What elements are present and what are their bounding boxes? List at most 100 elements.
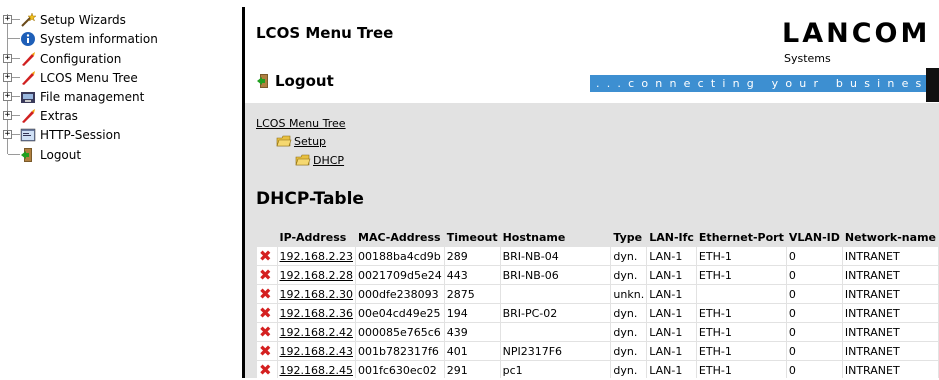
delete-entry-button[interactable]: ✖	[257, 361, 277, 379]
delete-entry-button[interactable]: ✖	[257, 323, 277, 341]
cell-ip-address: 192.168.2.30	[277, 285, 355, 303]
table-row: ✖ 192.168.2.42 000085e765c6 439 dyn. LAN…	[257, 323, 938, 341]
logout-link[interactable]: Logout	[256, 72, 334, 90]
cell-ethernet-port: ETH-1	[696, 342, 786, 360]
cell-network-name: INTRANET	[842, 342, 938, 360]
tree-item-label: Configuration	[40, 51, 122, 66]
delete-icon: ✖	[259, 341, 272, 360]
tree-item-setup-wizards[interactable]: Setup Wizards	[20, 10, 126, 29]
cell-lan-ifc: LAN-1	[647, 266, 696, 284]
cell-ip-address: 192.168.2.43	[277, 342, 355, 360]
column-header-ethernet-port: Ethernet-Port	[696, 228, 786, 246]
delete-entry-button[interactable]: ✖	[257, 342, 277, 360]
tree-item-label: File management	[40, 89, 145, 104]
ip-address-link[interactable]: 192.168.2.42	[280, 326, 353, 339]
tree-item-lcos-menu-tree[interactable]: LCOS Menu Tree	[20, 68, 138, 87]
cell-timeout: 443	[444, 266, 500, 284]
cell-type: dyn.	[611, 361, 647, 379]
cell-vlan-id: 0	[786, 323, 842, 341]
column-header-delete	[257, 228, 277, 246]
cell-lan-ifc: LAN-1	[647, 247, 696, 265]
breadcrumb-setup[interactable]: Setup	[294, 135, 326, 148]
cell-timeout: 289	[444, 247, 500, 265]
table-header-row: IP-Address MAC-Address Timeout Hostname …	[257, 228, 938, 246]
cell-vlan-id: 0	[786, 304, 842, 322]
column-header-network-name: Network-name	[842, 228, 938, 246]
logout-label: Logout	[275, 72, 334, 90]
header-accent-block	[926, 68, 939, 102]
cell-vlan-id: 0	[786, 247, 842, 265]
expand-toggle-setup-wizards[interactable]: +	[3, 15, 12, 24]
cell-ip-address: 192.168.2.45	[277, 361, 355, 379]
cell-ip-address: 192.168.2.28	[277, 266, 355, 284]
logout-icon	[256, 73, 272, 89]
column-header-timeout: Timeout	[444, 228, 500, 246]
ip-address-link[interactable]: 192.168.2.45	[280, 364, 353, 377]
cell-vlan-id: 0	[786, 361, 842, 379]
delete-entry-button[interactable]: ✖	[257, 304, 277, 322]
cell-hostname	[500, 323, 611, 341]
cell-timeout: 2875	[444, 285, 500, 303]
delete-entry-button[interactable]: ✖	[257, 247, 277, 265]
breadcrumb-dhcp[interactable]: DHCP	[313, 154, 344, 167]
delete-entry-button[interactable]: ✖	[257, 266, 277, 284]
column-header-type: Type	[611, 228, 647, 246]
table-row: ✖ 192.168.2.45 001fc630ec02 291 pc1 dyn.…	[257, 361, 938, 379]
table-row: ✖ 192.168.2.23 00188ba4cd9b 289 BRI-NB-0…	[257, 247, 938, 265]
delete-entry-button[interactable]: ✖	[257, 285, 277, 303]
pointer-icon	[20, 51, 36, 67]
cell-network-name: INTRANET	[842, 304, 938, 322]
expand-toggle-http-session[interactable]: +	[3, 130, 12, 139]
cell-lan-ifc: LAN-1	[647, 304, 696, 322]
cell-ethernet-port	[696, 285, 786, 303]
expand-toggle-extras[interactable]: +	[3, 111, 12, 120]
cell-timeout: 439	[444, 323, 500, 341]
expand-toggle-file-management[interactable]: +	[3, 92, 12, 101]
tree-item-label: System information	[40, 31, 158, 46]
delete-icon: ✖	[259, 360, 272, 379]
file-management-icon	[20, 89, 36, 105]
delete-icon: ✖	[259, 265, 272, 284]
ip-address-link[interactable]: 192.168.2.23	[280, 250, 353, 263]
header-title: LCOS Menu Tree	[256, 24, 394, 42]
pointer-icon	[20, 108, 36, 124]
column-header-mac-address: MAC-Address	[356, 228, 444, 246]
cell-network-name: INTRANET	[842, 247, 938, 265]
cell-lan-ifc: LAN-1	[647, 323, 696, 341]
expand-toggle-configuration[interactable]: +	[3, 54, 12, 63]
cell-ethernet-port: ETH-1	[696, 304, 786, 322]
tree-item-label: HTTP-Session	[40, 127, 121, 142]
ip-address-link[interactable]: 192.168.2.43	[280, 345, 353, 358]
ip-address-link[interactable]: 192.168.2.36	[280, 307, 353, 320]
folder-icon	[295, 152, 311, 168]
logout-icon	[20, 147, 36, 163]
cell-ip-address: 192.168.2.42	[277, 323, 355, 341]
cell-mac-address: 000085e765c6	[356, 323, 444, 341]
cell-vlan-id: 0	[786, 266, 842, 284]
cell-type: dyn.	[611, 266, 647, 284]
cell-ethernet-port: ETH-1	[696, 266, 786, 284]
ip-address-link[interactable]: 192.168.2.28	[280, 269, 353, 282]
cell-network-name: INTRANET	[842, 266, 938, 284]
cell-mac-address: 000dfe238093	[356, 285, 444, 303]
tree-item-file-management[interactable]: File management	[20, 87, 144, 106]
cell-type: dyn.	[611, 304, 647, 322]
breadcrumb-lcos-menu-tree[interactable]: LCOS Menu Tree	[256, 117, 346, 130]
cell-hostname: BRI-NB-04	[500, 247, 611, 265]
tree-item-configuration[interactable]: Configuration	[20, 49, 121, 68]
cell-type: dyn.	[611, 342, 647, 360]
cell-mac-address: 001b782317f6	[356, 342, 444, 360]
tree-item-system-information[interactable]: System information	[20, 29, 158, 48]
ip-address-link[interactable]: 192.168.2.30	[280, 288, 353, 301]
cell-timeout: 291	[444, 361, 500, 379]
delete-icon: ✖	[259, 303, 272, 322]
info-icon	[20, 31, 36, 47]
tree-item-http-session[interactable]: HTTP-Session	[20, 125, 121, 144]
tree-branch-line	[8, 154, 20, 155]
tree-item-extras[interactable]: Extras	[20, 106, 78, 125]
expand-toggle-lcos-menu-tree[interactable]: +	[3, 73, 12, 82]
tree-item-logout[interactable]: Logout	[20, 145, 81, 164]
cell-hostname	[500, 285, 611, 303]
table-row: ✖ 192.168.2.43 001b782317f6 401 NPI2317F…	[257, 342, 938, 360]
cell-timeout: 401	[444, 342, 500, 360]
